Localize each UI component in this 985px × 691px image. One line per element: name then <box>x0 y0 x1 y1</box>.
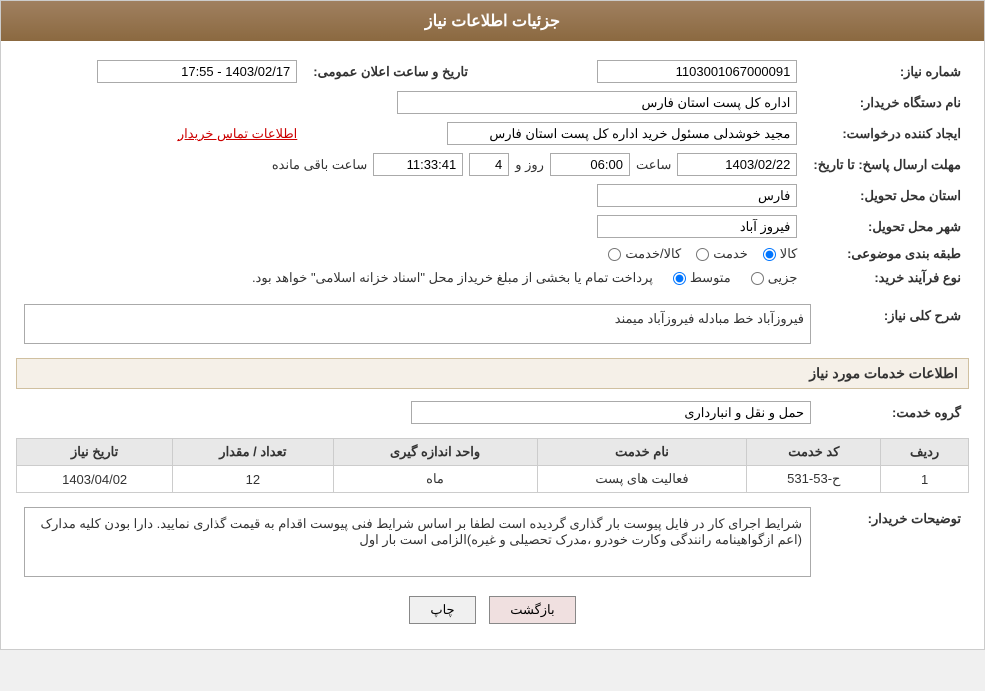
category-both-radio[interactable] <box>608 248 621 261</box>
category-label: طبقه بندی موضوعی: <box>805 242 969 266</box>
description-label: شرح کلی نیاز: <box>819 300 969 348</box>
need-description-box: فیروزآباد خط مبادله فیروزآباد میمند <box>24 304 811 344</box>
print-button[interactable]: چاپ <box>409 596 475 624</box>
page-header: جزئیات اطلاعات نیاز <box>1 1 984 41</box>
cell-date: 1403/04/02 <box>17 466 173 493</box>
response-days-label: روز و <box>515 157 544 173</box>
cell-row_num: 1 <box>881 466 969 493</box>
creator-input[interactable] <box>447 122 797 145</box>
category-kala-label: کالا <box>780 246 798 262</box>
need-number-label: شماره نیاز: <box>805 56 969 87</box>
content-area: شماره نیاز: تاریخ و ساعت اعلان عمومی: نا… <box>1 41 984 649</box>
category-khadamat-radio[interactable] <box>696 248 709 261</box>
services-table: ردیف کد خدمت نام خدمت واحد اندازه گیری ت… <box>16 438 969 493</box>
col-row-num: ردیف <box>881 439 969 466</box>
services-section-header: اطلاعات خدمات مورد نیاز <box>16 358 969 389</box>
category-khadamat[interactable]: خدمت <box>696 246 748 262</box>
category-khadamat-label: خدمت <box>713 246 748 262</box>
announcement-date-input[interactable] <box>97 60 297 83</box>
cell-service_code: ح-53-531 <box>747 466 881 493</box>
purchase-motavasset-radio[interactable] <box>673 272 686 285</box>
main-info-table: شماره نیاز: تاریخ و ساعت اعلان عمومی: نا… <box>16 56 969 290</box>
creator-label: ایجاد کننده درخواست: <box>805 118 969 149</box>
col-date: تاریخ نیاز <box>17 439 173 466</box>
purchase-type-label: نوع فرآیند خرید: <box>805 266 969 290</box>
purchase-type-jozi[interactable]: جزیی <box>751 270 798 286</box>
province-row: استان محل تحویل: <box>16 180 969 211</box>
need-number-input[interactable] <box>597 60 797 83</box>
deadline-row: مهلت ارسال پاسخ: تا تاریخ: ساعت روز و سا… <box>16 149 969 180</box>
need-number-value <box>516 56 805 87</box>
buyer-org-input[interactable] <box>397 91 797 114</box>
buyer-notes-text: شرایط اجرای کار در فایل پیوست بار گذاری … <box>40 516 802 547</box>
page-wrapper: جزئیات اطلاعات نیاز شماره نیاز: تاریخ و … <box>0 0 985 650</box>
purchase-motavasset-label: متوسط <box>690 270 731 286</box>
need-number-row: شماره نیاز: تاریخ و ساعت اعلان عمومی: <box>16 56 969 87</box>
category-row: طبقه بندی موضوعی: کالا خدمت کالا/خدمت <box>16 242 969 266</box>
response-date-input[interactable] <box>677 153 797 176</box>
province-input[interactable] <box>597 184 797 207</box>
cell-unit: ماه <box>333 466 537 493</box>
buyer-notes-box: شرایط اجرای کار در فایل پیوست بار گذاری … <box>24 507 811 577</box>
page-title: جزئیات اطلاعات نیاز <box>425 13 560 30</box>
creator-row: ایجاد کننده درخواست: اطلاعات تماس خریدار <box>16 118 969 149</box>
announcement-date-label: تاریخ و ساعت اعلان عمومی: <box>305 56 476 87</box>
description-table: شرح کلی نیاز: فیروزآباد خط مبادله فیروزآ… <box>16 300 969 348</box>
purchase-type-desc: پرداخت تمام یا بخشی از مبلغ خریداز محل "… <box>252 270 653 286</box>
cell-quantity: 12 <box>173 466 333 493</box>
province-label: استان محل تحویل: <box>805 180 969 211</box>
col-service-code: کد خدمت <box>747 439 881 466</box>
city-input[interactable] <box>597 215 797 238</box>
description-box-wrapper: فیروزآباد خط مبادله فیروزآباد میمند <box>24 304 811 344</box>
description-row: شرح کلی نیاز: فیروزآباد خط مبادله فیروزآ… <box>16 300 969 348</box>
col-quantity: تعداد / مقدار <box>173 439 333 466</box>
purchase-type-motavasset[interactable]: متوسط <box>673 270 731 286</box>
buyer-org-row: نام دستگاه خریدار: <box>16 87 969 118</box>
purchase-jozi-label: جزیی <box>768 270 798 286</box>
deadline-label: مهلت ارسال پاسخ: تا تاریخ: <box>805 149 969 180</box>
city-row: شهر محل تحویل: <box>16 211 969 242</box>
service-group-input[interactable] <box>411 401 811 424</box>
notes-row: توضیحات خریدار: شرایط اجرای کار در فایل … <box>16 503 969 581</box>
category-kala-radio[interactable] <box>763 248 776 261</box>
category-both[interactable]: کالا/خدمت <box>608 246 681 262</box>
cell-service_name: فعالیت های پست <box>537 466 747 493</box>
col-unit: واحد اندازه گیری <box>333 439 537 466</box>
notes-table: توضیحات خریدار: شرایط اجرای کار در فایل … <box>16 503 969 581</box>
service-group-row: گروه خدمت: <box>16 397 969 428</box>
col-service-name: نام خدمت <box>537 439 747 466</box>
category-kala[interactable]: کالا <box>763 246 798 262</box>
response-remaining-label: ساعت باقی مانده <box>272 157 367 173</box>
back-button[interactable]: بازگشت <box>489 596 575 624</box>
response-time-input[interactable] <box>550 153 630 176</box>
purchase-jozi-radio[interactable] <box>751 272 764 285</box>
response-remaining-input[interactable] <box>373 153 463 176</box>
announcement-date-value <box>16 56 305 87</box>
category-both-label: کالا/خدمت <box>625 246 681 262</box>
contact-link[interactable]: اطلاعات تماس خریدار <box>178 126 297 141</box>
service-group-table: گروه خدمت: <box>16 397 969 428</box>
notes-label: توضیحات خریدار: <box>819 503 969 581</box>
table-row: 1ح-53-531فعالیت های پستماه121403/04/02 <box>17 466 969 493</box>
city-label: شهر محل تحویل: <box>805 211 969 242</box>
buyer-org-label: نام دستگاه خریدار: <box>805 87 969 118</box>
response-time-label: ساعت <box>636 157 671 173</box>
service-group-label: گروه خدمت: <box>819 397 969 428</box>
purchase-type-row: نوع فرآیند خرید: جزیی متوسط پرداخت تمام … <box>16 266 969 290</box>
services-table-header: ردیف کد خدمت نام خدمت واحد اندازه گیری ت… <box>17 439 969 466</box>
response-days-input[interactable] <box>469 153 509 176</box>
action-buttons: بازگشت چاپ <box>16 596 969 624</box>
need-description-text: فیروزآباد خط مبادله فیروزآباد میمند <box>615 311 804 326</box>
